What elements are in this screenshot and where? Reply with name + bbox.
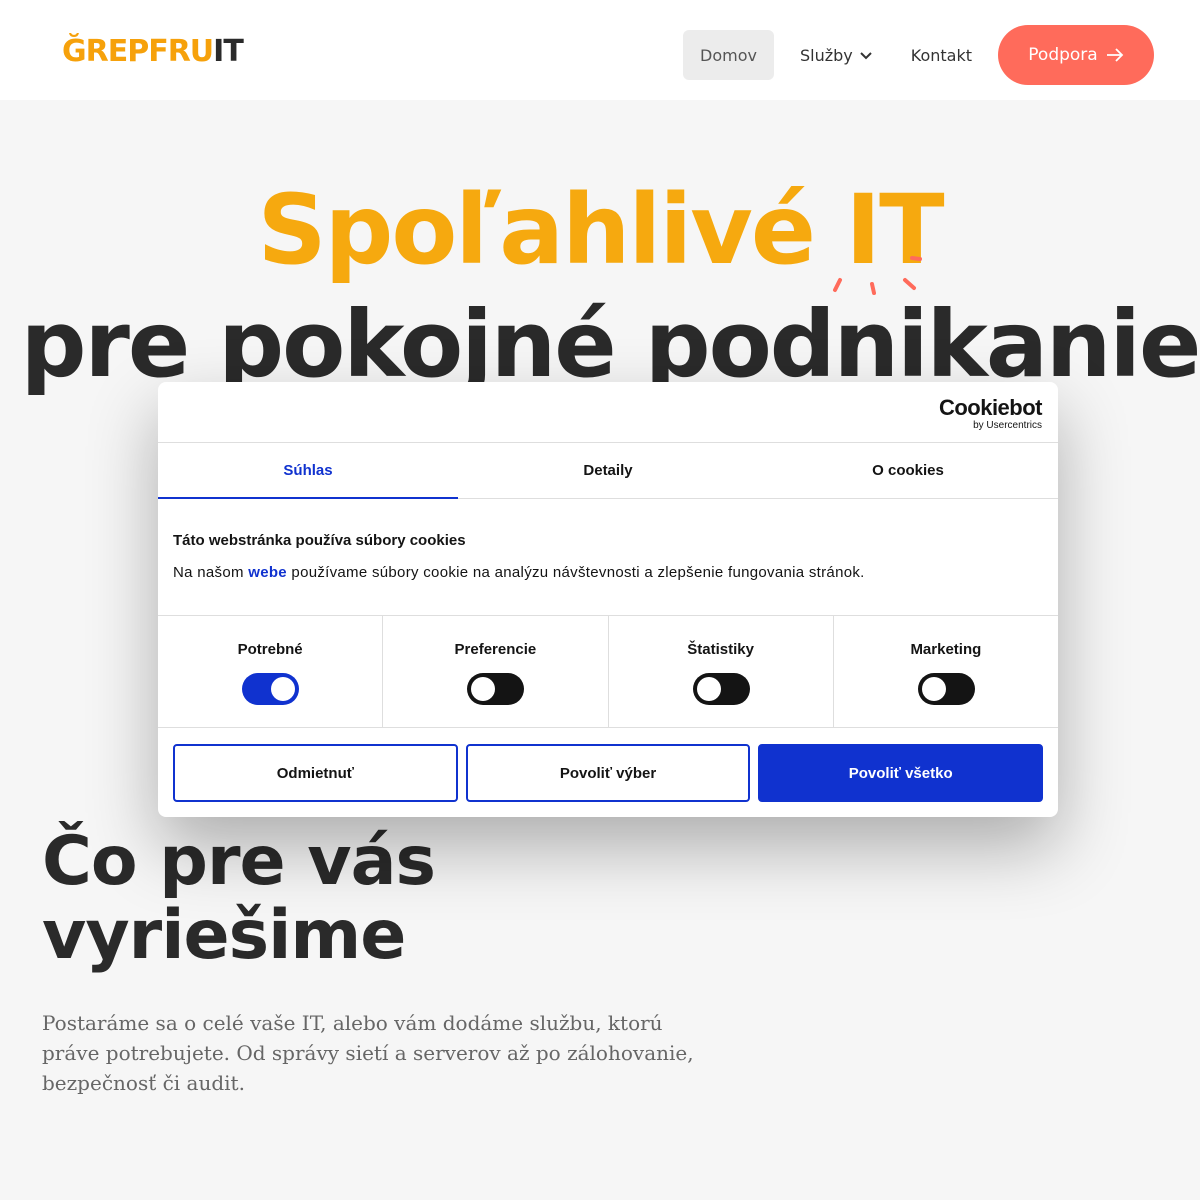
nav-services-label: Služby — [799, 45, 853, 65]
services-heading-line2: vyriešime — [42, 896, 406, 975]
cookie-consent-dialog: Cookiebot by Usercentrics Súhlas Detaily… — [158, 382, 1058, 817]
arrow-right-icon — [1106, 48, 1123, 62]
main-nav: Domov Služby Kontakt Podpora — [682, 25, 1154, 85]
switch-knob — [921, 677, 946, 701]
cookie-description: Na našom webe používame súbory cookie na… — [173, 564, 865, 581]
support-button[interactable]: Podpora — [998, 25, 1154, 85]
cookie-text-before: Na našom — [173, 564, 249, 581]
cookie-title: Táto webstránka používa súbory cookies — [173, 532, 466, 549]
toggle-marketing: Marketing — [834, 616, 1058, 727]
toggle-necessary-switch[interactable] — [242, 673, 300, 705]
nav-contact[interactable]: Kontakt — [911, 30, 972, 80]
site-header: ĞREPFRUIT Domov Služby Kontakt Podpora — [0, 0, 1200, 100]
chevron-down-icon — [860, 52, 872, 60]
cookie-text-after: používame súbory cookie na analýzu návšt… — [286, 564, 865, 581]
toggle-marketing-label: Marketing — [910, 641, 982, 658]
switch-knob — [696, 677, 721, 701]
services-heading-line1: Čo pre vás — [42, 822, 436, 901]
toggle-preferences: Preferencie — [383, 616, 609, 727]
tab-about-cookies[interactable]: O cookies — [758, 443, 1058, 498]
site-logo[interactable]: ĞREPFRUIT — [62, 32, 244, 72]
hero-title-line1: Spoľahlivé IT — [257, 174, 944, 286]
tab-consent[interactable]: Súhlas — [158, 443, 458, 499]
toggle-statistics-label: Štatistiky — [687, 641, 754, 658]
tab-details[interactable]: Detaily — [458, 443, 758, 498]
deny-button[interactable]: Odmietnuť — [173, 744, 458, 802]
cookie-buttons: Odmietnuť Povoliť výber Povoliť všetko — [173, 744, 1044, 802]
toggle-statistics-switch[interactable] — [692, 673, 750, 705]
toggle-statistics: Štatistiky — [609, 616, 834, 727]
cookiebot-brand-sub: by Usercentrics — [973, 420, 1042, 431]
toggle-necessary-label: Potrebné — [237, 641, 303, 658]
toggle-preferences-label: Preferencie — [454, 641, 537, 658]
logo-text-main: ĞREPFRU — [62, 34, 214, 69]
nav-services[interactable]: Služby — [800, 30, 873, 80]
cookiebot-brand: Cookiebot — [938, 395, 1043, 420]
cookie-category-toggles: Potrebné Preferencie Štatistiky Marketin… — [158, 615, 1058, 728]
logo-text-it: IT — [213, 34, 244, 69]
nav-home[interactable]: Domov — [682, 30, 774, 80]
switch-knob — [471, 677, 496, 701]
switch-knob — [271, 677, 296, 701]
cookie-web-link[interactable]: webe — [248, 564, 287, 581]
support-button-label: Podpora — [1028, 45, 1098, 65]
toggle-preferences-switch[interactable] — [467, 673, 525, 705]
services-heading: Čo pre vás vyriešime — [42, 822, 436, 975]
allow-selection-button[interactable]: Povoliť výber — [465, 744, 751, 802]
cookie-tabs: Súhlas Detaily O cookies — [158, 442, 1058, 499]
services-description: Postaráme sa o celé vaše IT, alebo vám d… — [42, 1011, 694, 1095]
allow-all-button[interactable]: Povoliť všetko — [758, 744, 1044, 802]
cookiebot-logo: Cookiebot by Usercentrics — [938, 395, 1043, 432]
toggle-marketing-switch[interactable] — [917, 673, 975, 705]
toggle-necessary: Potrebné — [158, 616, 384, 727]
